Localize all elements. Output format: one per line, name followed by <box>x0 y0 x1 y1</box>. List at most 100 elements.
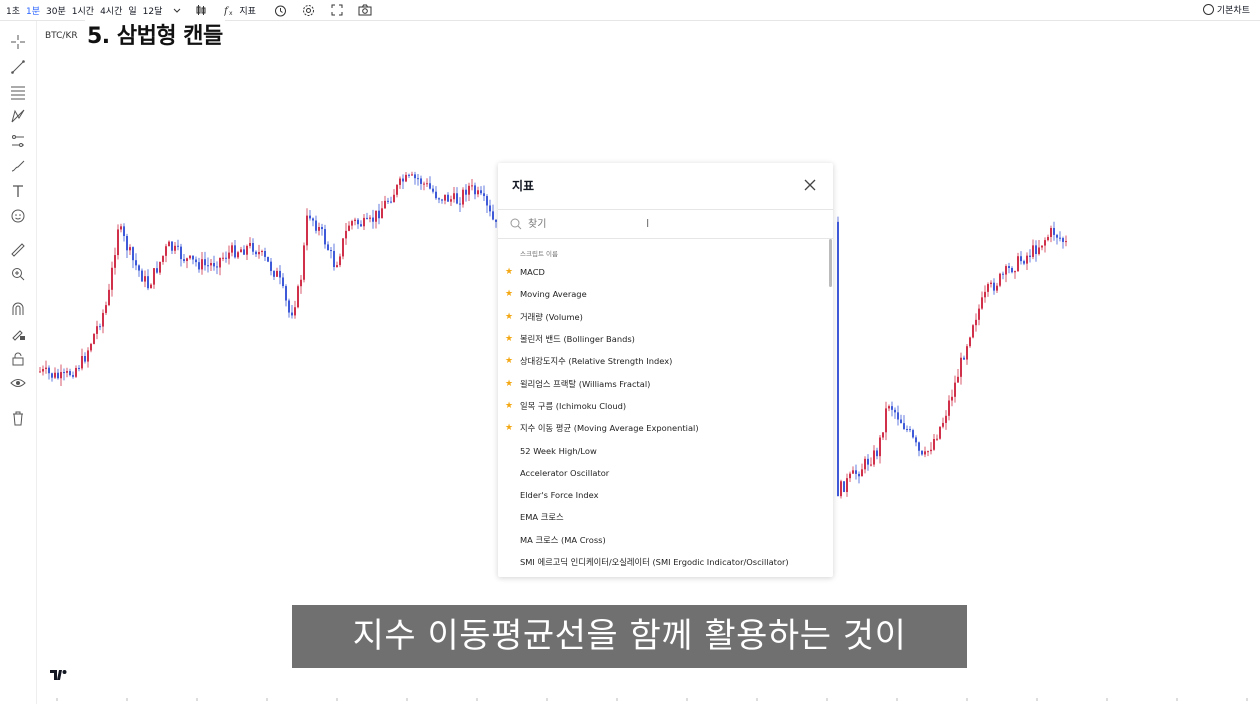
candle-body <box>873 450 875 465</box>
candle-body <box>486 196 488 206</box>
candle-body <box>147 276 149 289</box>
candle-body <box>330 250 332 252</box>
candle-body <box>1032 245 1034 257</box>
candle-body <box>1008 266 1010 268</box>
scrollbar[interactable] <box>829 239 832 287</box>
chevron-down-icon[interactable] <box>168 1 186 19</box>
candle-body <box>960 357 962 377</box>
settings-icon[interactable] <box>300 1 318 19</box>
timeframe-12mo[interactable]: 12달 <box>143 4 163 17</box>
trendline-icon[interactable] <box>9 58 27 76</box>
candle-body <box>285 286 287 301</box>
candle-body <box>885 408 887 433</box>
candle-body <box>279 270 281 278</box>
magnet-icon[interactable] <box>9 300 27 318</box>
candle-body <box>930 449 932 452</box>
fib-icon[interactable] <box>9 83 27 101</box>
brush-icon[interactable] <box>9 157 27 175</box>
indicator-item-favorite[interactable]: ★ 윌리엄스 프랙탈 (Williams Fractal) <box>498 372 830 394</box>
pattern-icon[interactable] <box>9 107 27 125</box>
subtitle-caption: 지수 이동평균선을 함께 활용하는 것이 <box>292 605 967 668</box>
star-icon[interactable]: ★ <box>504 289 514 299</box>
star-icon[interactable]: ★ <box>504 401 514 411</box>
close-icon[interactable] <box>803 177 817 191</box>
timeframe-4h[interactable]: 4시간 <box>100 4 122 17</box>
eye-icon[interactable] <box>9 374 27 392</box>
candle-body <box>48 367 50 374</box>
indicator-item-favorite[interactable]: ★ 상대강도지수 (Relative Strength Index) <box>498 350 830 372</box>
tradingview-logo <box>49 668 69 684</box>
candle-body <box>333 250 335 268</box>
ruler-icon[interactable] <box>9 241 27 259</box>
candle-body <box>69 371 71 376</box>
indicator-item[interactable]: Elder's Force Index <box>498 484 830 506</box>
camera-icon[interactable] <box>356 1 374 19</box>
candle-body <box>66 371 68 373</box>
indicators-button[interactable]: fx 지표 <box>220 1 260 19</box>
indicator-item-favorite[interactable]: ★ 볼린저 밴드 (Bollinger Bands) <box>498 328 830 350</box>
candle-body <box>414 174 416 179</box>
indicator-item-favorite[interactable]: ★ MACD <box>498 261 830 283</box>
candle-icon[interactable] <box>192 1 210 19</box>
indicator-item-favorite[interactable]: ★ 일목 구름 (Ichimoku Cloud) <box>498 395 830 417</box>
candle-body <box>45 367 47 370</box>
candle-body <box>477 190 479 195</box>
zoom-icon[interactable] <box>9 265 27 283</box>
candle-body <box>321 227 323 230</box>
candle-body <box>375 210 377 222</box>
candle-body <box>345 230 347 239</box>
timeframe-1m[interactable]: 1분 <box>26 4 40 17</box>
star-icon[interactable]: ★ <box>504 379 514 389</box>
candle-body <box>1023 261 1025 264</box>
timeframe-1d[interactable]: 일 <box>128 4 136 17</box>
star-icon[interactable]: ★ <box>504 312 514 322</box>
star-icon[interactable]: ★ <box>504 334 514 344</box>
text-icon[interactable] <box>9 182 27 200</box>
alert-icon[interactable] <box>272 1 290 19</box>
emoji-icon[interactable] <box>9 207 27 225</box>
indicator-item[interactable]: SMI 에르고딕 인디케이터/오실레이터 (SMI Ergodic Indica… <box>498 551 830 573</box>
timeframe-30m[interactable]: 30분 <box>46 4 66 17</box>
candle-body <box>879 437 881 457</box>
candle-body <box>1059 237 1061 239</box>
indicator-item[interactable]: 52 Week High/Low <box>498 439 830 461</box>
candle-body <box>228 252 230 259</box>
fullscreen-icon[interactable] <box>328 1 346 19</box>
star-icon[interactable]: ★ <box>504 267 514 277</box>
search-icon <box>510 218 522 230</box>
candle-body <box>888 406 890 409</box>
search-input[interactable] <box>526 217 790 231</box>
lock-icon[interactable] <box>9 350 27 368</box>
candle-body <box>921 450 923 455</box>
indicator-item-favorite[interactable]: ★ Moving Average <box>498 283 830 305</box>
timeframe-1s[interactable]: 1초 <box>6 4 20 17</box>
radio-icon <box>1202 4 1214 15</box>
candle-body <box>201 259 203 270</box>
timeframe-1h[interactable]: 1시간 <box>72 4 94 17</box>
basic-chart-toggle[interactable]: 기본차트 <box>1202 3 1250 16</box>
candle-body <box>174 245 176 251</box>
candle-body <box>942 422 944 427</box>
indicator-item[interactable]: Accelerator Oscillator <box>498 462 830 484</box>
candle-body <box>975 319 977 326</box>
crosshair-icon[interactable] <box>9 33 27 51</box>
candle-body <box>318 227 320 231</box>
candle-body <box>159 261 161 273</box>
indicator-item-favorite[interactable]: ★ 거래량 (Volume) <box>498 306 830 328</box>
candle-body <box>270 261 272 271</box>
candle-body <box>840 481 842 497</box>
star-icon[interactable]: ★ <box>504 356 514 366</box>
candle-body <box>39 371 41 373</box>
candle-body <box>300 279 302 287</box>
candle-body <box>1050 227 1052 237</box>
candle-body <box>441 199 443 201</box>
lock-drawing-icon[interactable] <box>9 325 27 343</box>
candle-body <box>51 373 53 378</box>
prediction-icon[interactable] <box>9 132 27 150</box>
star-icon[interactable]: ★ <box>504 423 514 433</box>
trash-icon[interactable] <box>9 409 27 427</box>
indicator-item[interactable]: EMA 크로스 <box>498 506 830 528</box>
indicator-item-favorite[interactable]: ★ 지수 이동 평균 (Moving Average Exponential) <box>498 417 830 439</box>
indicator-item[interactable]: MA 크로스 (MA Cross) <box>498 529 830 551</box>
candle-body <box>1041 245 1043 248</box>
